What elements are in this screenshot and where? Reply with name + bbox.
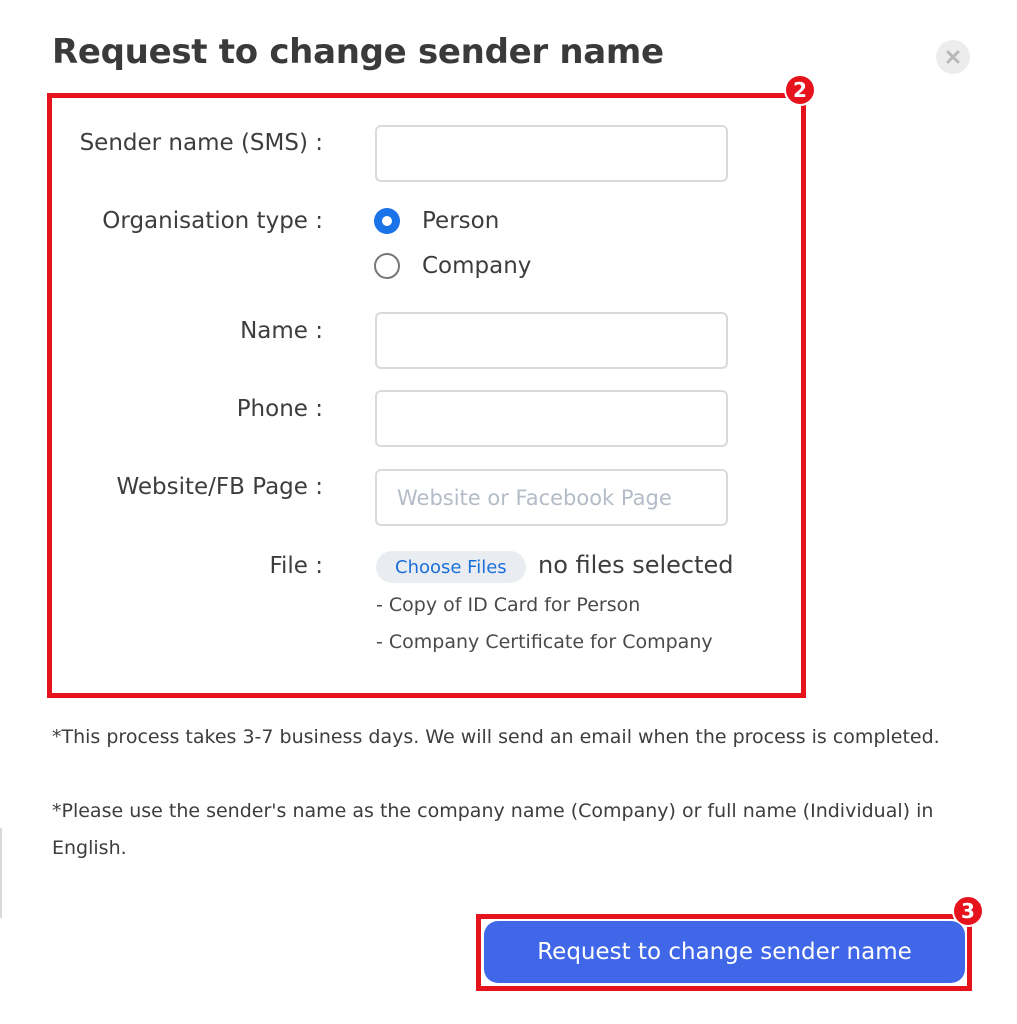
radio-company-label: Company [422,253,532,279]
file-hint-person: - Copy of ID Card for Person [376,594,641,616]
radio-company[interactable]: Company [374,253,531,279]
radio-selected-icon[interactable] [374,208,400,234]
divider [0,828,2,918]
file-label: File : [269,553,323,579]
note-sender-name-rule: *Please use the sender's name as the com… [52,800,934,859]
radio-person-label: Person [422,208,500,234]
name-label: Name : [240,318,323,344]
file-hint-company: - Company Certificate for Company [376,631,713,653]
dialog-title: Request to change sender name [52,32,664,72]
step-badge-2: 2 [784,74,816,106]
name-input[interactable] [375,312,728,369]
phone-label: Phone : [236,396,323,422]
file-status-text: no files selected [538,551,734,579]
close-button[interactable] [936,40,970,74]
website-label: Website/FB Page : [116,474,324,500]
close-icon [946,50,960,64]
sender-name-input[interactable] [375,125,728,182]
request-change-button[interactable]: Request to change sender name [484,921,965,983]
organisation-type-label: Organisation type : [102,208,323,234]
radio-person[interactable]: Person [374,208,499,234]
note-processing-time: *This process takes 3-7 business days. W… [52,726,940,748]
website-input[interactable] [375,469,728,526]
sender-name-label: Sender name (SMS) : [79,130,323,156]
phone-input[interactable] [375,390,728,447]
choose-files-button[interactable]: Choose Files [376,551,526,583]
radio-unselected-icon[interactable] [374,253,400,279]
